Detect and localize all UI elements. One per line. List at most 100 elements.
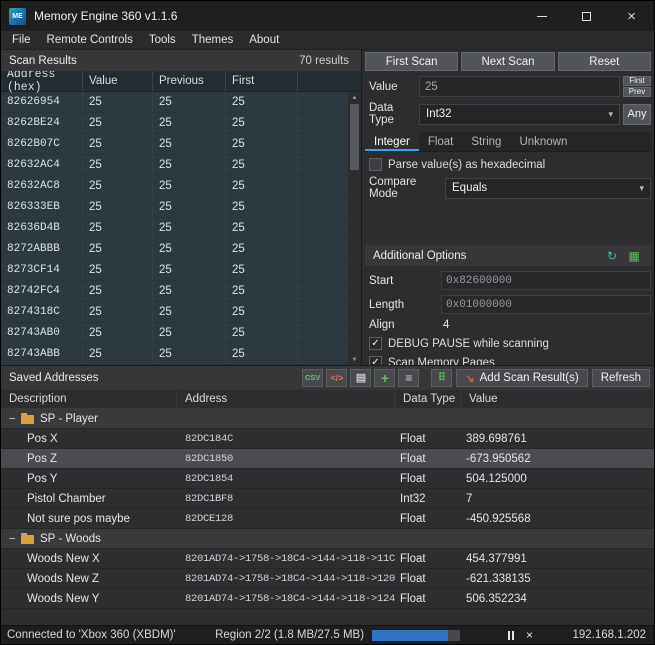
minimize-button[interactable]	[519, 1, 564, 31]
scan-column-header[interactable]: Address (hex)	[1, 71, 83, 91]
compare-mode-row: Compare Mode Equals ▾	[365, 176, 651, 200]
add-scan-result-icon: ↘	[465, 372, 474, 385]
scan-cell-address: 82632AC8	[1, 176, 83, 196]
maximize-icon	[582, 12, 591, 21]
save-icon[interactable]: ▤	[350, 369, 371, 387]
scan-result-row[interactable]: 82742FC4252525	[1, 281, 361, 302]
saved-column-header[interactable]: Data Type	[395, 390, 461, 408]
saved-address-row[interactable]: Woods New Z8201AD74->1758->18C4->144->11…	[1, 569, 654, 589]
scan-results-header: Scan Results 70 results	[1, 50, 361, 71]
saved-column-header[interactable]: Address	[177, 390, 395, 408]
tab-integer[interactable]: Integer	[365, 132, 419, 151]
csv-export-icon[interactable]: CSV	[302, 369, 323, 387]
scan-cell-value: 25	[83, 134, 153, 154]
saved-group-row[interactable]: −SP - Woods	[1, 529, 654, 549]
description-cell: Pos Y	[1, 473, 177, 485]
close-button[interactable]: ×	[609, 1, 654, 31]
chevron-down-icon: ▾	[608, 109, 613, 120]
scan-cell-value: 25	[83, 176, 153, 196]
scan-result-row[interactable]: 82743ABB252525	[1, 344, 361, 365]
scan-cell-address: 82636D4B	[1, 218, 83, 238]
scan-cell-first: 25	[226, 239, 298, 259]
edit-list-icon[interactable]: ≡	[398, 369, 419, 387]
scan-result-row[interactable]: 826333EB252525	[1, 197, 361, 218]
scan-cell-previous: 25	[153, 239, 226, 259]
next-scan-button[interactable]: Next Scan	[461, 52, 554, 71]
first-scan-button[interactable]: First Scan	[365, 52, 458, 71]
saved-address-row[interactable]: Pos Y82DC1854Float504.125000	[1, 469, 654, 489]
scan-column-header[interactable]: First	[226, 71, 298, 91]
add-icon[interactable]: +	[374, 369, 395, 387]
saved-column-header[interactable]: Description	[1, 390, 177, 408]
scan-result-row[interactable]: 82636D4B252525	[1, 218, 361, 239]
any-button[interactable]: Any	[623, 104, 651, 125]
scan-result-row[interactable]: 82626954252525	[1, 92, 361, 113]
scan-cell-value: 25	[83, 260, 153, 280]
compare-mode-label: Compare Mode	[365, 176, 445, 200]
value-input[interactable]: 25	[419, 76, 620, 97]
data-type-select[interactable]: Int32 ▾	[419, 104, 620, 125]
menu-about[interactable]: About	[241, 34, 287, 46]
menu-tools[interactable]: Tools	[141, 34, 184, 46]
menu-remote-controls[interactable]: Remote Controls	[39, 34, 141, 46]
scan-result-row[interactable]: 8272ABBB252525	[1, 239, 361, 260]
first-value-button[interactable]: First	[623, 76, 651, 86]
collapse-icon[interactable]: −	[9, 413, 19, 425]
scan-result-row[interactable]: 8274318C252525	[1, 302, 361, 323]
scroll-up-icon[interactable]: ▲	[352, 92, 358, 103]
prev-value-button[interactable]: Prev	[623, 87, 651, 97]
saved-address-row[interactable]: Pistol Chamber82DC1BF8Int327	[1, 489, 654, 509]
scroll-down-icon[interactable]: ▼	[352, 354, 358, 365]
scan-column-header[interactable]: Value	[83, 71, 153, 91]
scan-result-row[interactable]: 8273CF14252525	[1, 260, 361, 281]
tab-string[interactable]: String	[462, 132, 510, 151]
scan-result-row[interactable]: 82632AC4252525	[1, 155, 361, 176]
value-cell: 504.125000	[461, 473, 654, 485]
saved-group-row[interactable]: −SP - Player	[1, 409, 654, 429]
saved-address-row[interactable]: Woods New Y8201AD74->1758->18C4->144->11…	[1, 589, 654, 609]
xml-code-icon[interactable]: </>	[326, 369, 347, 387]
refresh-button[interactable]: Refresh	[592, 369, 650, 387]
saved-address-row[interactable]: Woods New X8201AD74->1758->18C4->144->11…	[1, 549, 654, 569]
scan-results-scrollbar[interactable]: ▲ ▼	[348, 92, 361, 365]
scan-result-row[interactable]: 82743AB0252525	[1, 323, 361, 344]
parse-hex-checkbox[interactable]: Parse value(s) as hexadecimal	[365, 158, 651, 171]
refresh-icon[interactable]: ↻	[603, 247, 621, 264]
value-cell: -450.925568	[461, 513, 654, 525]
memory-pages-icon[interactable]: ⠿	[431, 369, 452, 387]
scan-results-table: Address (hex)ValuePreviousFirst 82626954…	[1, 71, 361, 365]
scan-cell-value: 25	[83, 92, 153, 112]
scan-cell-first: 25	[226, 344, 298, 364]
scan-result-row[interactable]: 8262BE24252525	[1, 113, 361, 134]
memory-grid-icon[interactable]: ▦	[625, 247, 643, 264]
scan-result-row[interactable]: 8262B07C252525	[1, 134, 361, 155]
scrollbar-thumb[interactable]	[350, 104, 359, 170]
edit-list-icon: ≡	[405, 372, 412, 384]
scan-result-row[interactable]: 82632AC8252525	[1, 176, 361, 197]
pause-icon[interactable]	[508, 631, 514, 640]
debug-pause-checkbox[interactable]: ✓ DEBUG PAUSE while scanning	[365, 337, 651, 350]
start-input[interactable]: 0x82600000	[441, 271, 651, 290]
compare-mode-select[interactable]: Equals ▾	[445, 178, 651, 199]
scan-column-header[interactable]: Previous	[153, 71, 226, 91]
tab-unknown[interactable]: Unknown	[510, 132, 576, 151]
saved-address-row[interactable]: Not sure pos maybe82DCE128Float-450.9255…	[1, 509, 654, 529]
scan-pages-checkbox[interactable]: ✓ Scan Memory Pages	[365, 356, 651, 365]
saved-address-row[interactable]: Pos X82DC184CFloat389.698761	[1, 429, 654, 449]
menu-themes[interactable]: Themes	[184, 34, 242, 46]
add-scan-results-button[interactable]: ↘ Add Scan Result(s)	[456, 369, 587, 387]
menu-file[interactable]: File	[4, 34, 39, 46]
close-icon: ×	[627, 9, 636, 24]
tab-float[interactable]: Float	[419, 132, 463, 151]
collapse-icon[interactable]: −	[9, 533, 19, 545]
saved-column-header[interactable]: Value	[461, 390, 654, 408]
cancel-icon[interactable]: ×	[526, 628, 533, 642]
scan-cell-address: 826333EB	[1, 197, 83, 217]
maximize-button[interactable]	[564, 1, 609, 31]
scan-cell-value: 25	[83, 344, 153, 364]
scan-cell-first: 25	[226, 197, 298, 217]
reset-button[interactable]: Reset	[558, 52, 651, 71]
saved-address-row[interactable]: Pos Z82DC1850Float-673.950562	[1, 449, 654, 469]
length-input[interactable]: 0x01000000	[441, 295, 651, 314]
memory-pages-icon: ⠿	[438, 373, 446, 384]
